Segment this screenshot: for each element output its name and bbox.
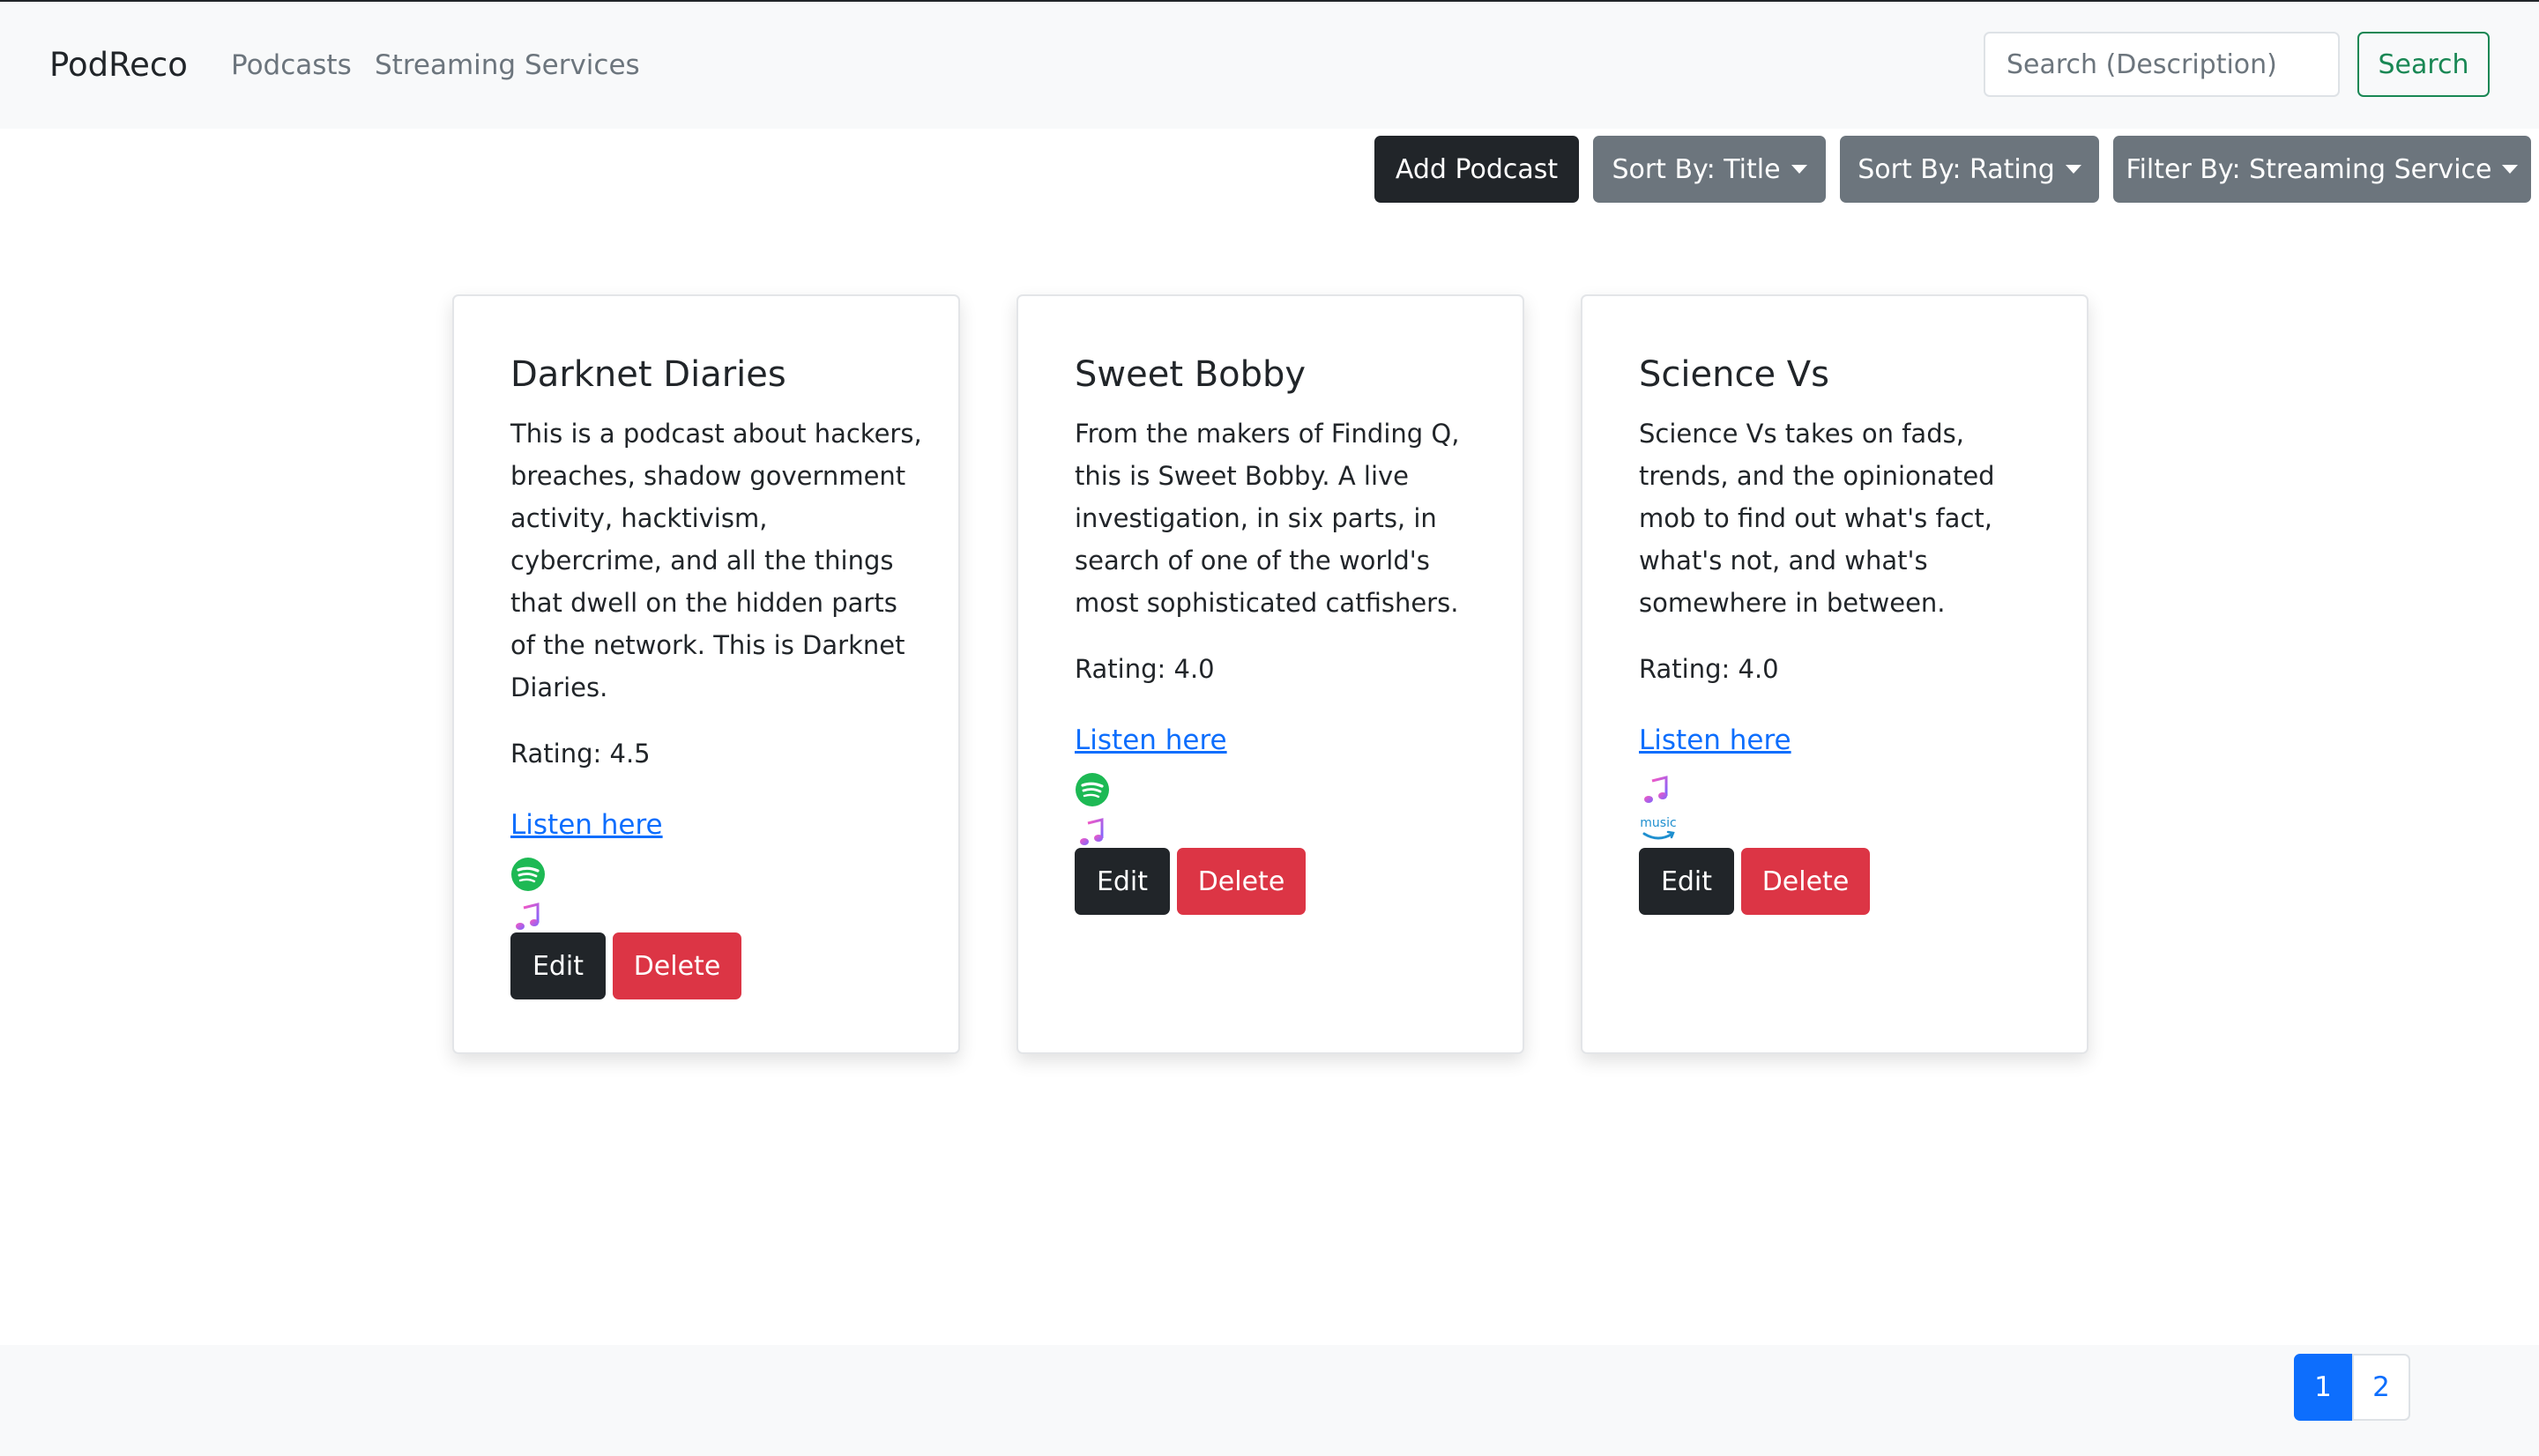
amazon-music-icon[interactable]: music <box>1639 811 1678 850</box>
podcast-card: Darknet Diaries This is a podcast about … <box>452 294 960 1054</box>
nav-link-podcasts[interactable]: Podcasts <box>231 49 352 81</box>
caret-down-icon <box>2502 165 2519 174</box>
spotify-icon[interactable] <box>1075 772 1110 807</box>
card-description: Science Vs takes on fads, trends, and th… <box>1639 419 1995 618</box>
delete-button[interactable]: Delete <box>1741 848 1870 915</box>
edit-button[interactable]: Edit <box>1075 848 1170 915</box>
delete-button[interactable]: Delete <box>613 932 741 999</box>
caret-down-icon <box>1791 165 1807 174</box>
nav-link-streaming-services[interactable]: Streaming Services <box>375 49 640 81</box>
card-rating: Rating: 4.5 <box>510 739 651 769</box>
filter-by-service-dropdown[interactable]: Filter By: Streaming Service <box>2113 136 2531 203</box>
edit-button[interactable]: Edit <box>510 932 606 999</box>
pagination-page-2[interactable]: 2 <box>2352 1354 2410 1421</box>
brand-logo[interactable]: PodReco <box>49 46 188 84</box>
search-input[interactable] <box>1984 32 2340 97</box>
search-button[interactable]: Search <box>2357 32 2490 97</box>
card-description: From the makers of Finding Q, this is Sw… <box>1075 419 1460 618</box>
listen-here-link[interactable]: Listen here <box>1639 724 1791 756</box>
delete-button[interactable]: Delete <box>1177 848 1306 915</box>
card-title: Darknet Diaries <box>510 354 786 395</box>
sort-by-rating-dropdown[interactable]: Sort By: Rating <box>1840 136 2099 203</box>
podcast-card: Sweet Bobby From the makers of Finding Q… <box>1016 294 1524 1054</box>
apple-music-icon[interactable] <box>1639 772 1674 807</box>
card-title: Sweet Bobby <box>1075 354 1307 395</box>
card-title: Science Vs <box>1639 354 1829 395</box>
listen-here-link[interactable]: Listen here <box>510 809 663 841</box>
card-description: This is a podcast about hackers, breache… <box>510 419 922 702</box>
apple-music-icon[interactable] <box>1075 814 1110 850</box>
edit-button[interactable]: Edit <box>1639 848 1734 915</box>
sort-by-title-label: Sort By: Title <box>1612 153 1781 185</box>
caret-down-icon <box>2065 165 2081 174</box>
spotify-icon[interactable] <box>510 857 546 892</box>
sort-by-title-dropdown[interactable]: Sort By: Title <box>1593 136 1826 203</box>
listen-here-link[interactable]: Listen here <box>1075 724 1227 756</box>
add-podcast-label: Add Podcast <box>1395 153 1559 185</box>
card-rating: Rating: 4.0 <box>1075 654 1215 684</box>
filter-by-service-label: Filter By: Streaming Service <box>2126 153 2492 185</box>
card-rating: Rating: 4.0 <box>1639 654 1779 684</box>
podcast-card: Science Vs Science Vs takes on fads, tre… <box>1581 294 2089 1054</box>
add-podcast-button[interactable]: Add Podcast <box>1374 136 1579 203</box>
amazon-music-text: music <box>1640 816 1676 830</box>
pagination-page-1[interactable]: 1 <box>2294 1354 2352 1421</box>
apple-music-icon[interactable] <box>510 899 546 934</box>
sort-by-rating-label: Sort By: Rating <box>1858 153 2055 185</box>
footer <box>0 1345 2539 1456</box>
navbar: PodReco Podcasts Streaming Services Sear… <box>0 2 2539 129</box>
